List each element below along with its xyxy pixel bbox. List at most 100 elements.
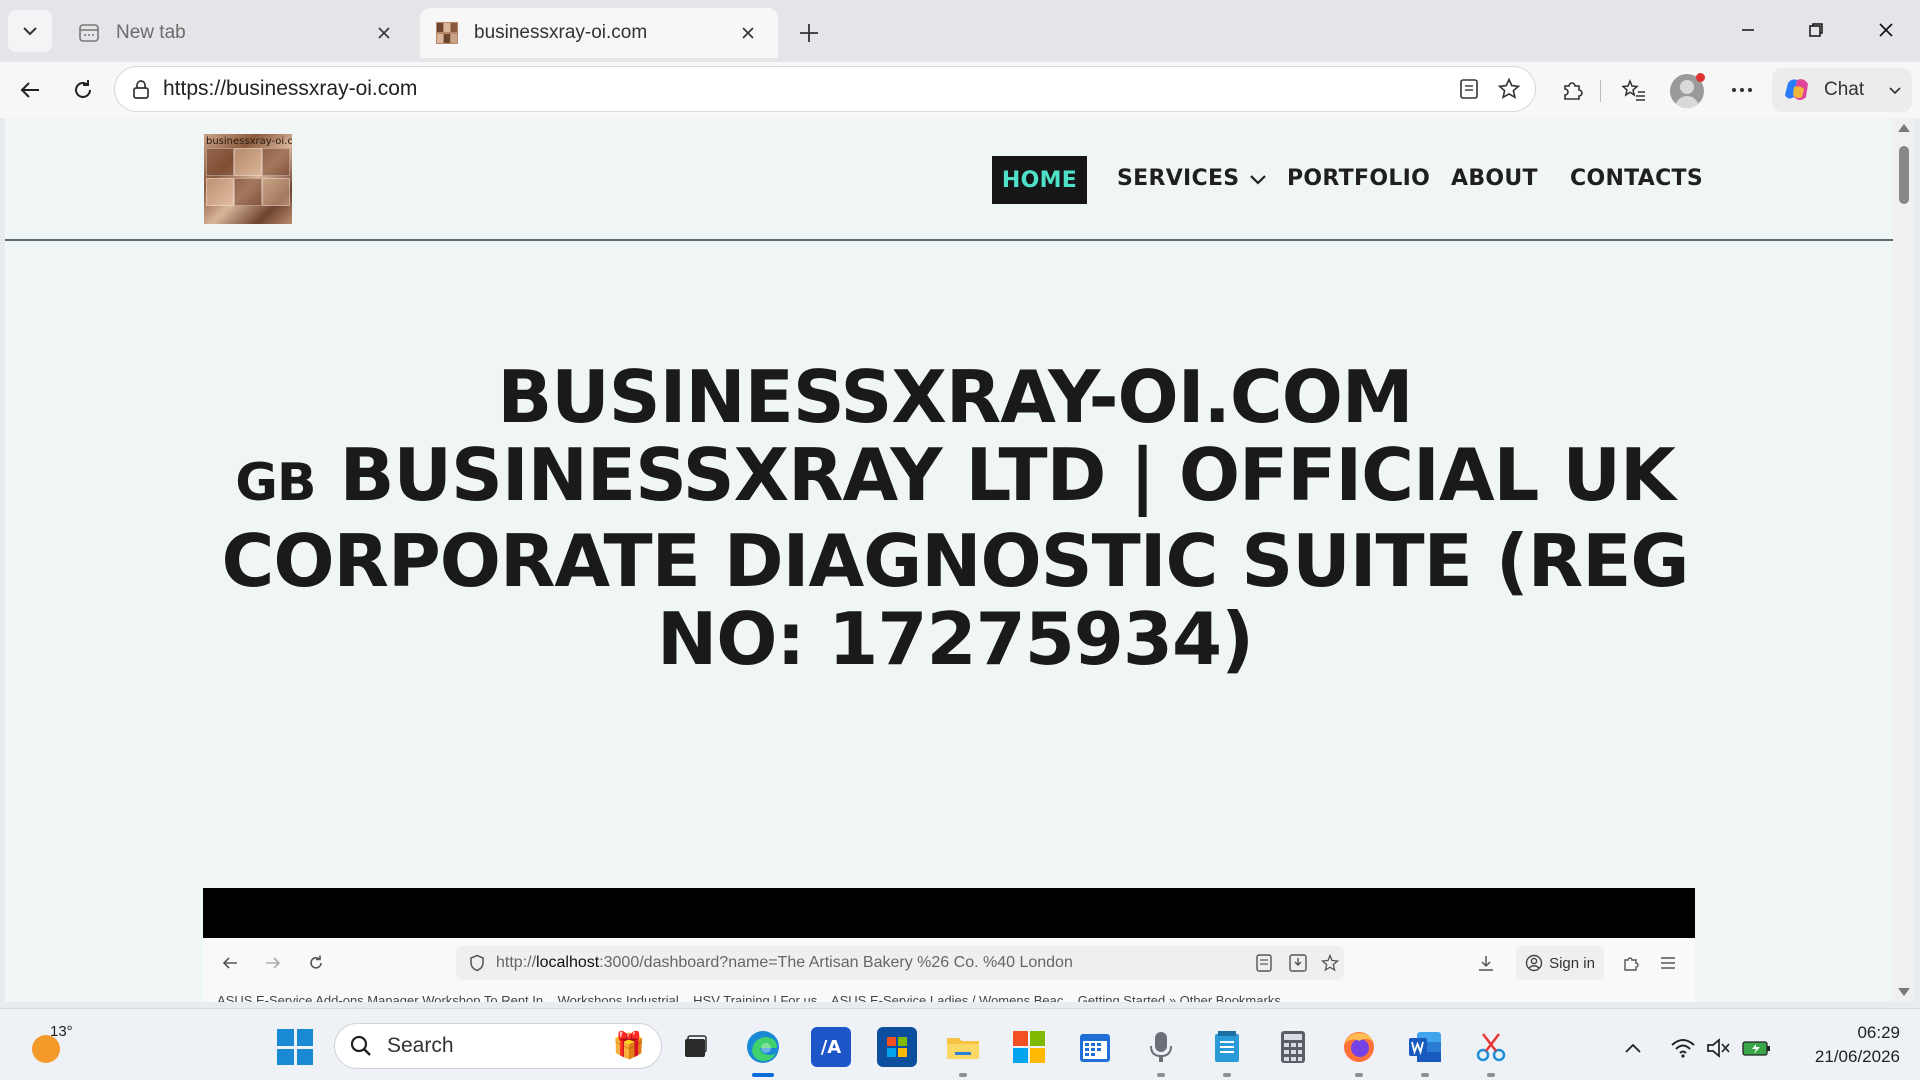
app-voice-recorder[interactable]: [1141, 1027, 1181, 1067]
calculator-icon: [1281, 1031, 1305, 1063]
app-notepad[interactable]: [1207, 1027, 1247, 1067]
chevron-up-icon: [1625, 1043, 1641, 1053]
scroll-down-arrow[interactable]: [1898, 988, 1910, 996]
favorites-list-icon: [1621, 78, 1645, 101]
hero-heading: BUSINESSXRAY-OI.COM GB BUSINESSXRAY LTD …: [195, 358, 1715, 678]
copilot-chat-button[interactable]: Chat: [1772, 68, 1912, 112]
wifi-button[interactable]: [1668, 1033, 1698, 1063]
minimize-button[interactable]: [1718, 8, 1778, 52]
microphone-icon: [1150, 1032, 1172, 1062]
nav-portfolio[interactable]: PORTFOLIO: [1287, 166, 1430, 191]
start-button[interactable]: [277, 1029, 313, 1065]
favorites-button[interactable]: [1614, 70, 1654, 110]
app-calculator[interactable]: [1273, 1027, 1313, 1067]
calendar-icon: [1080, 1034, 1110, 1062]
embedded-url-prefix: http://: [496, 954, 537, 971]
embedded-url-field: http://localhost:3000/dashboard?name=The…: [456, 946, 1344, 980]
restore-button[interactable]: [1786, 8, 1846, 52]
embedded-screenshot: http://localhost:3000/dashboard?name=The…: [203, 888, 1695, 1002]
arrow-left-icon: [217, 950, 243, 976]
scroll-up-arrow[interactable]: [1898, 124, 1910, 132]
more-options-button[interactable]: [1722, 70, 1762, 110]
hero-subtitle: GB BUSINESSXRAY LTD | OFFICIAL UK CORPOR…: [195, 436, 1715, 678]
nav-home[interactable]: HOME: [992, 156, 1087, 204]
taskbar-search[interactable]: Search 🎁: [334, 1023, 662, 1069]
logo-text: businessxray-oi.com: [206, 136, 292, 147]
site-favicon: [436, 22, 458, 44]
new-tab-page-icon: [79, 24, 99, 42]
refresh-icon: [303, 950, 329, 976]
embedded-url-rest: :3000/dashboard?name=The Artisan Bakery …: [599, 954, 1073, 971]
back-button[interactable]: [10, 70, 50, 110]
tab-close-button[interactable]: [370, 19, 398, 47]
chevron-down-icon: [1250, 174, 1267, 185]
new-tab-button[interactable]: [790, 14, 828, 52]
notification-dot: [1696, 73, 1705, 82]
reader-mode-icon[interactable]: [1449, 69, 1489, 109]
app-microsoft-365[interactable]: [1009, 1027, 1049, 1067]
address-bar[interactable]: https://businessxray-oi.com: [114, 66, 1536, 112]
edge-app[interactable]: [743, 1027, 783, 1067]
site-header: businessxray-oi.com HOME SERVICES PORTFO…: [5, 118, 1893, 241]
volume-button[interactable]: [1703, 1033, 1733, 1063]
refresh-button[interactable]: [63, 70, 103, 110]
chevron-down-icon: [1889, 87, 1901, 95]
app-snipping-tool[interactable]: [1471, 1027, 1511, 1067]
running-indicator: [1421, 1073, 1429, 1077]
close-icon: [378, 27, 390, 39]
nav-about[interactable]: ABOUT: [1451, 166, 1538, 191]
embedded-sign-in-label: Sign in: [1549, 954, 1595, 972]
battery-button[interactable]: [1742, 1033, 1772, 1063]
download-icon: [1473, 950, 1499, 976]
close-window-button[interactable]: [1856, 8, 1916, 52]
url-text[interactable]: https://businessxray-oi.com: [163, 77, 1449, 101]
tab-close-button[interactable]: [734, 19, 762, 47]
wifi-icon: [1671, 1039, 1695, 1058]
page-scrollbar[interactable]: [1893, 118, 1915, 1002]
refresh-icon: [75, 80, 91, 98]
word-icon: [1409, 1032, 1441, 1062]
tab-new-tab[interactable]: New tab: [62, 8, 414, 58]
reader-mode-icon: [1251, 950, 1277, 976]
app-store[interactable]: [877, 1027, 917, 1067]
toolbar-divider: [1600, 80, 1601, 102]
edge-active-indicator: [752, 1073, 774, 1077]
copilot-icon: [1785, 79, 1808, 100]
close-icon: [742, 27, 754, 39]
app-file-explorer[interactable]: [943, 1027, 983, 1067]
embedded-sign-in: Sign in: [1516, 946, 1604, 980]
page-viewport: businessxray-oi.com HOME SERVICES PORTFO…: [5, 118, 1893, 1002]
app-autodesk[interactable]: /A: [811, 1027, 851, 1067]
embedded-browser-toolbar: http://localhost:3000/dashboard?name=The…: [203, 938, 1695, 988]
tab-list-button[interactable]: [8, 10, 52, 52]
chat-label: Chat: [1824, 79, 1865, 100]
task-view-button[interactable]: [675, 1027, 715, 1067]
nav-services[interactable]: SERVICES: [1117, 166, 1267, 191]
search-icon: [350, 1035, 371, 1056]
menu-icon: [1655, 950, 1681, 976]
running-indicator: [1355, 1073, 1363, 1077]
app-firefox[interactable]: [1339, 1027, 1379, 1067]
running-indicator: [1157, 1073, 1165, 1077]
extensions-button[interactable]: [1552, 70, 1592, 110]
favorite-star-icon[interactable]: [1489, 69, 1529, 109]
nav-contacts[interactable]: CONTACTS: [1570, 166, 1703, 191]
scroll-thumb[interactable]: [1899, 146, 1909, 204]
app-calendar[interactable]: [1075, 1027, 1115, 1067]
restore-icon: [1809, 23, 1823, 37]
chevron-down-icon: [23, 27, 37, 36]
weather-widget[interactable]: 13°: [30, 1023, 73, 1063]
lock-icon[interactable]: [129, 77, 153, 101]
site-logo[interactable]: businessxray-oi.com: [204, 134, 292, 224]
task-view-icon: [685, 1035, 707, 1057]
running-indicator: [959, 1073, 967, 1077]
system-clock[interactable]: 06:29 21/06/2026: [1790, 1021, 1900, 1069]
save-page-icon: [1285, 950, 1311, 976]
show-hidden-icons-button[interactable]: [1618, 1033, 1648, 1063]
tab-businessxray[interactable]: businessxray-oi.com: [420, 8, 778, 58]
running-indicator: [1487, 1073, 1495, 1077]
app-word[interactable]: [1405, 1027, 1445, 1067]
favorite-star-icon: [1317, 950, 1343, 976]
hero-subtitle-text: BUSINESSXRAY LTD | OFFICIAL UK CORPORATE…: [221, 433, 1689, 681]
clock-time: 06:29: [1857, 1023, 1900, 1042]
